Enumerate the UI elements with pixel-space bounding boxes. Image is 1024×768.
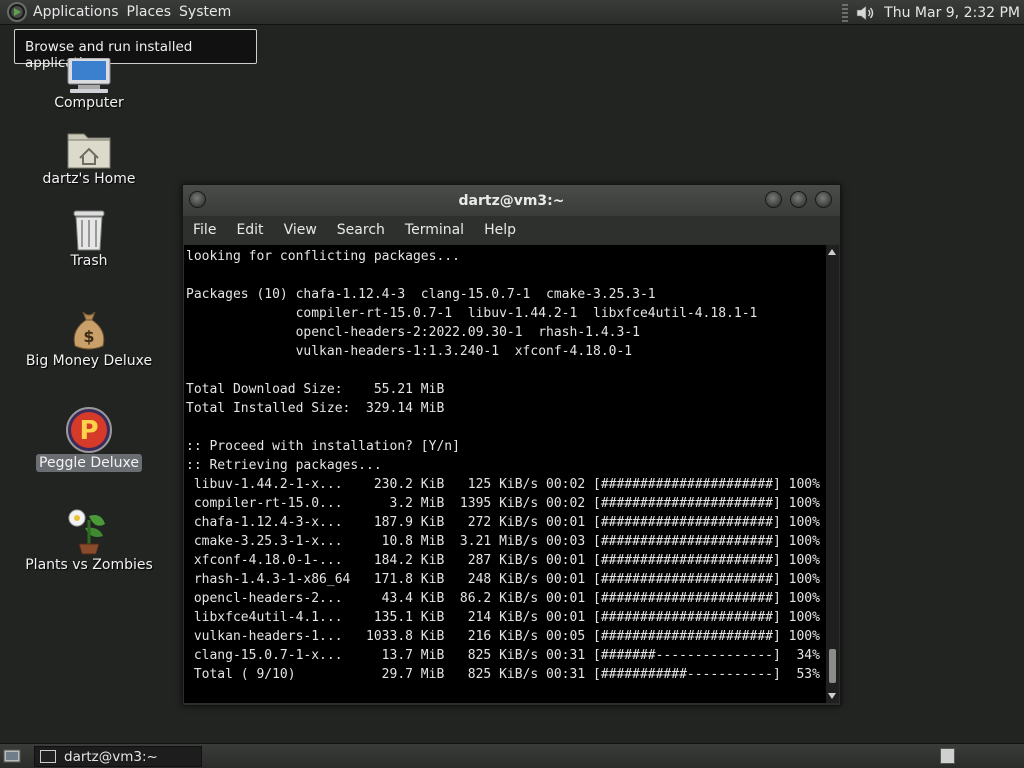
clock[interactable]: Thu Mar 9, 2:32 PM — [884, 5, 1020, 21]
svg-text:$: $ — [83, 327, 94, 346]
terminal-line: libuv-1.44.2-1-x... 230.2 KiB 125 KiB/s … — [186, 477, 820, 492]
show-desktop-icon[interactable] — [3, 748, 21, 764]
menu-file[interactable]: File — [183, 222, 226, 238]
plants-icon — [68, 509, 105, 555]
desktop-icon-peggle[interactable]: P Peggle Deluxe — [14, 406, 164, 472]
bottom-panel: dartz@vm3:~ — [0, 743, 1024, 768]
money-bag-icon: $ — [73, 311, 105, 350]
desktop-icon-label: Trash — [70, 253, 108, 269]
scroll-down-arrow-icon[interactable] — [828, 693, 836, 699]
desktop-icon-computer[interactable]: Computer — [14, 58, 164, 112]
terminal-line: Packages (10) chafa-1.12.4-3 clang-15.0.… — [186, 287, 656, 302]
task-label: dartz@vm3:~ — [64, 748, 158, 765]
terminal-output[interactable]: looking for conflicting packages... Pack… — [184, 245, 826, 703]
top-panel: Applications Places System Thu Mar 9, 2:… — [0, 0, 1024, 25]
terminal-line: looking for conflicting packages... — [186, 249, 460, 264]
speaker-icon[interactable] — [854, 2, 876, 24]
terminal-line: vulkan-headers-1:1.3.240-1 xfconf-4.18.0… — [186, 344, 633, 359]
trash-icon — [73, 210, 105, 251]
terminal-line: opencl-headers-2:2022.09.30-1 rhash-1.4.… — [186, 325, 640, 340]
desktop-icon-label: Plants vs Zombies — [25, 557, 153, 573]
home-folder-icon — [67, 133, 111, 169]
menu-system[interactable]: System — [179, 4, 239, 20]
desktop-icon-home[interactable]: dartz's Home — [14, 128, 164, 188]
menu-applications[interactable]: Applications — [33, 4, 127, 20]
terminal-line: cmake-3.25.3-1-x... 10.8 MiB 3.21 MiB/s … — [186, 534, 820, 549]
menu-edit[interactable]: Edit — [226, 222, 273, 238]
panel-grip[interactable] — [842, 3, 849, 22]
desktop-icon-plants-vs-zombies[interactable]: Plants vs Zombies — [14, 506, 164, 574]
menu-terminal[interactable]: Terminal — [395, 222, 474, 238]
terminal-line: compiler-rt-15.0... 3.2 MiB 1395 KiB/s 0… — [186, 496, 820, 511]
terminal-window[interactable]: dartz@vm3:~ File Edit View Search Termin… — [182, 184, 841, 706]
terminal-line: Total Installed Size: 329.14 MiB — [186, 401, 445, 416]
desktop-icon-label: Peggle Deluxe — [36, 454, 142, 472]
close-button[interactable] — [815, 191, 832, 208]
terminal-line: rhash-1.4.3-1-x86_64 171.8 KiB 248 KiB/s… — [186, 572, 820, 587]
terminal-line: compiler-rt-15.0.7-1 libuv-1.44.2-1 libx… — [186, 306, 758, 321]
terminal-menubar: File Edit View Search Terminal Help — [183, 216, 840, 244]
terminal-line: :: Proceed with installation? [Y/n] — [186, 439, 460, 454]
window-menu-button[interactable] — [189, 191, 206, 208]
gnome-foot-icon[interactable] — [7, 2, 27, 22]
terminal-line: xfconf-4.18.0-1-... 184.2 KiB 287 KiB/s … — [186, 553, 820, 568]
terminal-line: clang-15.0.7-1-x... 13.7 MiB 825 KiB/s 0… — [186, 648, 820, 663]
window-title: dartz@vm3:~ — [458, 192, 565, 209]
svg-text:P: P — [79, 416, 98, 446]
desktop-icon-label: Computer — [54, 95, 124, 111]
terminal-icon — [40, 750, 56, 763]
terminal-line: chafa-1.12.4-3-x... 187.9 KiB 272 KiB/s … — [186, 515, 820, 530]
taskbar-terminal-button[interactable]: dartz@vm3:~ — [34, 746, 202, 767]
workspace-switcher[interactable] — [940, 748, 955, 764]
menu-help[interactable]: Help — [474, 222, 526, 238]
terminal-line: Total Download Size: 55.21 MiB — [186, 382, 445, 397]
terminal-line: vulkan-headers-1... 1033.8 KiB 216 KiB/s… — [186, 629, 820, 644]
terminal-line: :: Retrieving packages... — [186, 458, 382, 473]
scrollbar-thumb[interactable] — [829, 649, 836, 683]
desktop-icon-label: dartz's Home — [42, 171, 136, 187]
desktop-icon-label: Big Money Deluxe — [25, 353, 153, 369]
scroll-up-arrow-icon[interactable] — [828, 249, 836, 255]
window-titlebar[interactable]: dartz@vm3:~ — [183, 185, 840, 216]
terminal-line: opencl-headers-2... 43.4 KiB 86.2 KiB/s … — [186, 591, 820, 606]
maximize-button[interactable] — [790, 191, 807, 208]
peggle-icon: P — [66, 407, 112, 453]
terminal-scrollbar[interactable] — [826, 245, 839, 703]
menu-search[interactable]: Search — [327, 222, 395, 238]
terminal-line: Total ( 9/10) 29.7 MiB 825 KiB/s 00:31 [… — [186, 667, 820, 682]
desktop-icon-big-money[interactable]: $ Big Money Deluxe — [14, 308, 164, 370]
minimize-button[interactable] — [765, 191, 782, 208]
terminal-line: libxfce4util-4.1... 135.1 KiB 214 KiB/s … — [186, 610, 820, 625]
desktop-icon-trash[interactable]: Trash — [14, 208, 164, 270]
menu-places[interactable]: Places — [127, 4, 180, 20]
menu-view[interactable]: View — [274, 222, 327, 238]
computer-icon — [67, 58, 111, 93]
